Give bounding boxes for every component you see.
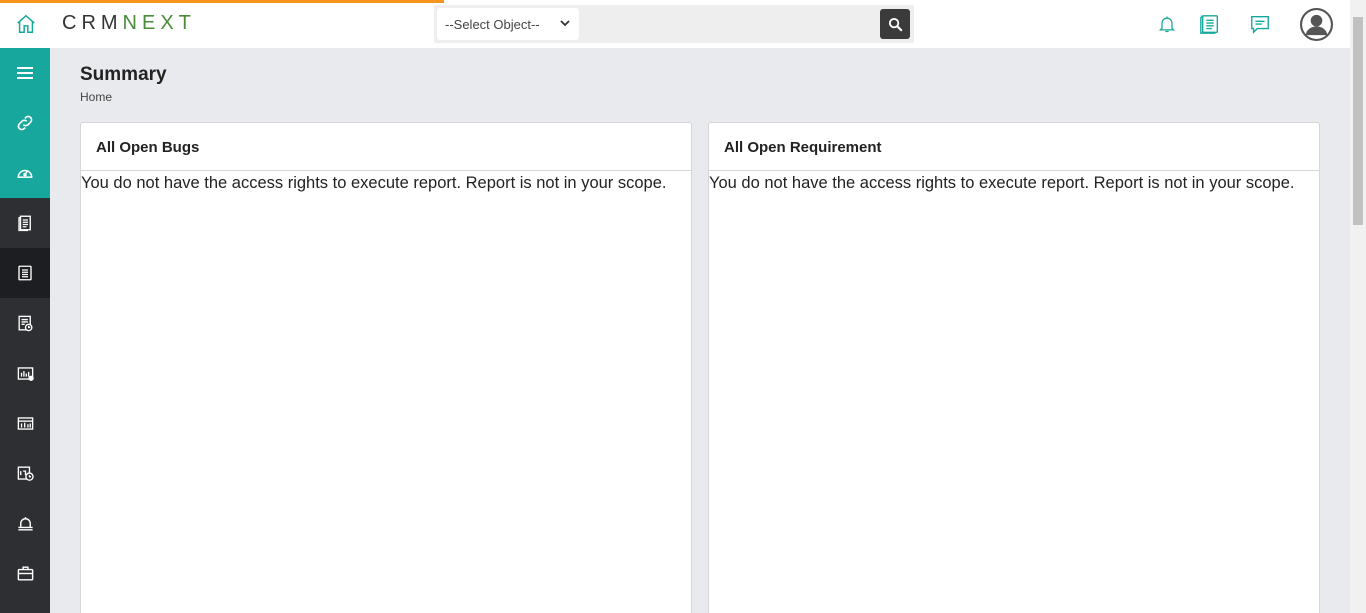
sidebar-item-list[interactable]	[0, 248, 50, 298]
access-denied-message: You do not have the access rights to exe…	[709, 174, 1295, 192]
loading-progress-bar	[0, 0, 444, 3]
chat-button[interactable]	[1248, 12, 1272, 36]
sidebar-item-cases[interactable]	[0, 548, 50, 598]
menu-icon	[17, 67, 33, 79]
user-avatar[interactable]	[1300, 8, 1333, 41]
list-document-icon	[18, 265, 32, 281]
notifications-button[interactable]	[1155, 12, 1179, 36]
sidebar-item-links[interactable]	[0, 98, 50, 148]
home-icon	[17, 14, 35, 33]
report-card-open-requirement: All Open Requirement You do not have the…	[708, 122, 1320, 613]
scrollbar-thumb[interactable]	[1353, 17, 1363, 225]
notes-icon	[1200, 15, 1219, 34]
sidebar-menu-toggle[interactable]	[0, 48, 50, 98]
chart-board-icon	[17, 366, 34, 381]
card-title: All Open Bugs	[81, 123, 691, 171]
chevron-down-icon	[560, 20, 570, 27]
report-icon	[17, 315, 33, 331]
chat-icon	[1251, 15, 1269, 34]
global-search: --Select Object--	[434, 5, 914, 43]
notes-button[interactable]	[1198, 12, 1222, 36]
page-title: Summary	[80, 64, 167, 85]
alarm-icon	[17, 516, 33, 531]
card-title: All Open Requirement	[709, 123, 1319, 171]
sidebar-item-documents[interactable]	[0, 198, 50, 248]
link-icon	[17, 115, 33, 131]
sidebar	[0, 48, 50, 613]
app-logo[interactable]: CRMNEXT	[62, 12, 196, 35]
briefcase-icon	[17, 565, 33, 581]
access-denied-message: You do not have the access rights to exe…	[81, 174, 667, 192]
sidebar-item-calendar[interactable]	[0, 448, 50, 498]
user-icon	[1302, 10, 1331, 39]
report-card-open-bugs: All Open Bugs You do not have the access…	[80, 122, 692, 613]
sidebar-item-reports[interactable]	[0, 298, 50, 348]
sidebar-item-dashboard[interactable]	[0, 148, 50, 198]
speedometer-icon	[17, 169, 33, 178]
object-select[interactable]: --Select Object--	[437, 8, 579, 40]
home-button[interactable]	[14, 12, 38, 36]
bell-icon	[1158, 16, 1176, 33]
bar-board-icon	[17, 416, 33, 430]
object-select-value: --Select Object--	[445, 16, 540, 32]
document-icon	[18, 215, 31, 232]
sidebar-item-boards[interactable]	[0, 398, 50, 448]
sidebar-item-alerts[interactable]	[0, 498, 50, 548]
search-button[interactable]	[880, 9, 910, 39]
calendar-clock-icon	[17, 465, 34, 481]
sidebar-item-analytics[interactable]	[0, 348, 50, 398]
breadcrumb-home[interactable]: Home	[80, 90, 112, 104]
search-icon	[888, 17, 902, 31]
top-bar: CRMNEXT --Select Object--	[0, 0, 1350, 48]
page-scrollbar[interactable]	[1350, 0, 1366, 613]
